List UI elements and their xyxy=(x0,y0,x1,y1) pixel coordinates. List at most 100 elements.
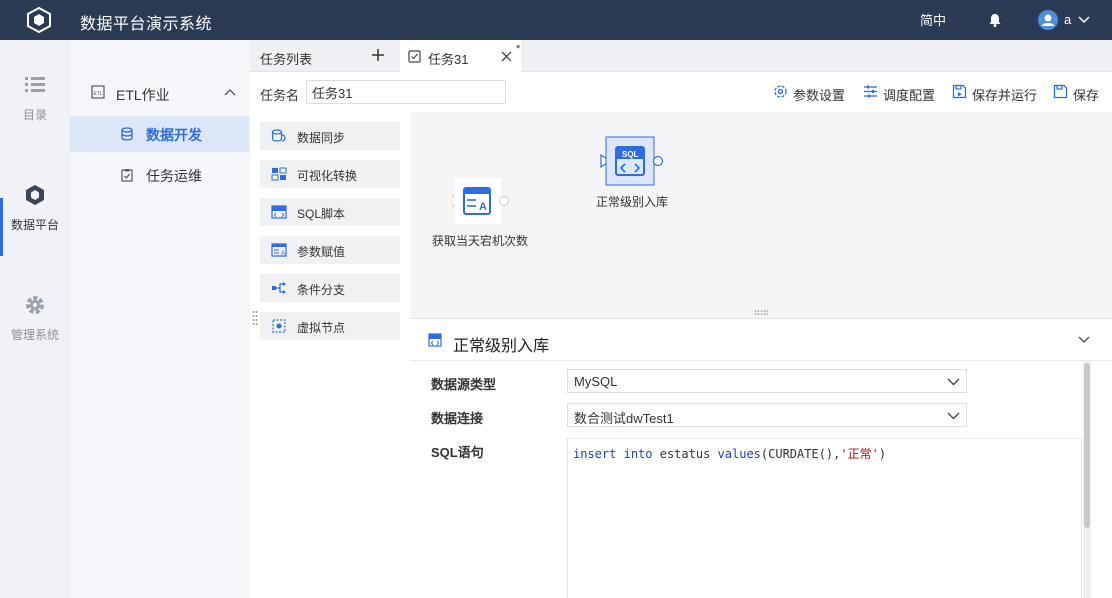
component-virtual-node[interactable]: 虚拟节点 xyxy=(260,312,400,340)
cube-icon xyxy=(26,185,44,205)
svg-text:A: A xyxy=(281,251,285,257)
sql-tail: ) xyxy=(878,447,887,461)
list-icon xyxy=(25,77,45,92)
tab-label: 任务31 xyxy=(428,52,469,67)
submenu-item-task-ops[interactable]: 任务运维 xyxy=(70,157,249,193)
bell-icon[interactable] xyxy=(987,12,1003,28)
gear-icon xyxy=(26,296,44,314)
tab-label: 任务列表 xyxy=(260,52,313,67)
rail-item-catalog[interactable]: 目录 xyxy=(0,74,70,160)
svg-text:A: A xyxy=(479,201,487,213)
database-icon xyxy=(121,127,133,141)
avatar[interactable] xyxy=(1038,10,1058,30)
chevron-down-icon xyxy=(947,378,960,386)
chevron-down-icon xyxy=(947,412,960,420)
submenu-item-label: 任务运维 xyxy=(146,168,202,184)
component-branch[interactable]: 条件分支 xyxy=(260,274,400,302)
etl-icon: ETL xyxy=(91,85,105,99)
data-connection-select[interactable]: 数合测试dwTest1 xyxy=(567,403,967,427)
left-rail: 目录 数据平台 管理系统 xyxy=(0,40,70,598)
component-label: 虚拟节点 xyxy=(297,321,346,335)
flow-canvas[interactable]: A 获取当天宕机次数 SQL 正常级别入库 xyxy=(410,112,1112,318)
tool-label: 保存 xyxy=(1073,88,1100,103)
param-assign-icon: A xyxy=(271,243,287,257)
rail-item-admin[interactable]: 管理系统 xyxy=(0,294,70,380)
param-assign-icon: A xyxy=(451,178,509,224)
component-label: 参数赋值 xyxy=(297,245,346,259)
component-sql-script[interactable]: SQL脚本 xyxy=(260,198,400,226)
sql-function: (CURDATE(), xyxy=(760,447,841,461)
add-icon[interactable] xyxy=(371,48,385,62)
sliders-icon xyxy=(864,85,877,98)
visual-transform-icon xyxy=(271,167,287,181)
chevron-down-icon[interactable] xyxy=(1077,13,1091,27)
scrollbar[interactable] xyxy=(1083,361,1091,598)
top-bar: 数据平台演示系统 简中 a xyxy=(0,0,1112,40)
task-check-icon xyxy=(408,50,421,63)
component-param-assign[interactable]: A 参数赋值 xyxy=(260,236,400,264)
properties-header: 正常级别入库 xyxy=(410,319,1112,361)
component-label: 条件分支 xyxy=(297,283,346,297)
sql-icon-text: SQL xyxy=(622,150,639,159)
tab-task-list[interactable]: 任务列表 xyxy=(250,40,398,72)
component-label: 可视化转换 xyxy=(297,169,358,183)
sql-icon xyxy=(600,136,664,186)
sql-script-icon xyxy=(271,205,287,219)
data-sync-icon xyxy=(271,129,286,142)
scrollbar-thumb[interactable] xyxy=(1084,363,1090,528)
app-title: 数据平台演示系统 xyxy=(80,16,213,33)
sql-keyword: insert xyxy=(573,447,617,461)
submenu-group-label: ETL作业 xyxy=(116,87,170,103)
submenu-item-data-dev[interactable]: 数据开发 xyxy=(70,116,249,152)
clipboard-icon xyxy=(121,169,133,182)
rail-item-label: 目录 xyxy=(22,108,47,122)
flow-node-sql[interactable]: SQL xyxy=(600,136,664,188)
tool-label: 调度配置 xyxy=(883,88,936,103)
language-switch[interactable]: 简中 xyxy=(920,10,946,29)
properties-panel: 正常级别入库 数据源类型 MySQL 数据连接 数合测试dwTest1 SQL语… xyxy=(410,318,1112,598)
resize-handle-icon[interactable] xyxy=(252,310,258,326)
component-visual-transform[interactable]: 可视化转换 xyxy=(260,160,400,188)
tool-label: 参数设置 xyxy=(793,88,846,103)
field-label: SQL语句 xyxy=(431,445,484,460)
flow-node-label: 获取当天宕机次数 xyxy=(432,234,529,248)
flow-node-label: 正常级别入库 xyxy=(596,195,669,209)
flow-node-param-assign[interactable]: A xyxy=(451,176,509,226)
chevron-down-icon[interactable] xyxy=(1077,334,1091,346)
submenu-item-label: 数据开发 xyxy=(146,127,202,143)
save-icon xyxy=(1053,84,1068,99)
close-icon[interactable] xyxy=(501,51,512,62)
user-name[interactable]: a xyxy=(1064,12,1071,27)
logo-icon xyxy=(27,7,51,33)
tab-task-31[interactable]: 任务31 xyxy=(400,40,521,73)
rail-item-data-platform[interactable]: 数据平台 xyxy=(0,184,70,270)
save-run-icon xyxy=(952,84,967,99)
sql-string: '正常' xyxy=(840,447,879,461)
settings-icon xyxy=(774,85,787,98)
component-label: 数据同步 xyxy=(297,131,346,145)
sql-table: estatus xyxy=(659,447,711,461)
field-label: 数据连接 xyxy=(431,411,484,426)
user-icon xyxy=(1042,14,1054,26)
submenu-group-etl[interactable]: ETL ETL作业 xyxy=(70,72,249,112)
sql-keyword: into xyxy=(623,447,653,461)
sql-editor[interactable]: insert into estatus values(CURDATE(),'正常… xyxy=(567,438,1082,598)
chevron-up-icon[interactable] xyxy=(224,87,236,99)
panel-resize-handle-icon[interactable] xyxy=(754,310,768,315)
task-name-input[interactable] xyxy=(306,80,506,104)
task-name-bar: 任务名 参数设置 调度配置 保存并运行 保存 xyxy=(250,72,1112,112)
properties-title: 正常级别入库 xyxy=(453,338,550,355)
svg-text:ETL: ETL xyxy=(93,91,102,97)
sql-icon xyxy=(428,333,442,347)
sql-keyword: values xyxy=(717,447,761,461)
branch-icon xyxy=(272,282,286,294)
tab-strip: 任务列表 任务31 * xyxy=(250,40,1112,73)
datasource-type-select[interactable]: MySQL xyxy=(567,369,967,393)
field-label: 数据源类型 xyxy=(431,377,497,392)
component-data-sync[interactable]: 数据同步 xyxy=(260,122,400,150)
component-palette: 数据同步 可视化转换 SQL脚本 A 参数赋值 条件分支 虚拟节点 xyxy=(250,112,410,598)
submenu: ETL ETL作业 数据开发 任务运维 xyxy=(70,40,249,598)
modified-marker: * xyxy=(516,43,521,55)
select-value: MySQL xyxy=(574,374,618,389)
rail-item-label: 数据平台 xyxy=(10,218,59,232)
